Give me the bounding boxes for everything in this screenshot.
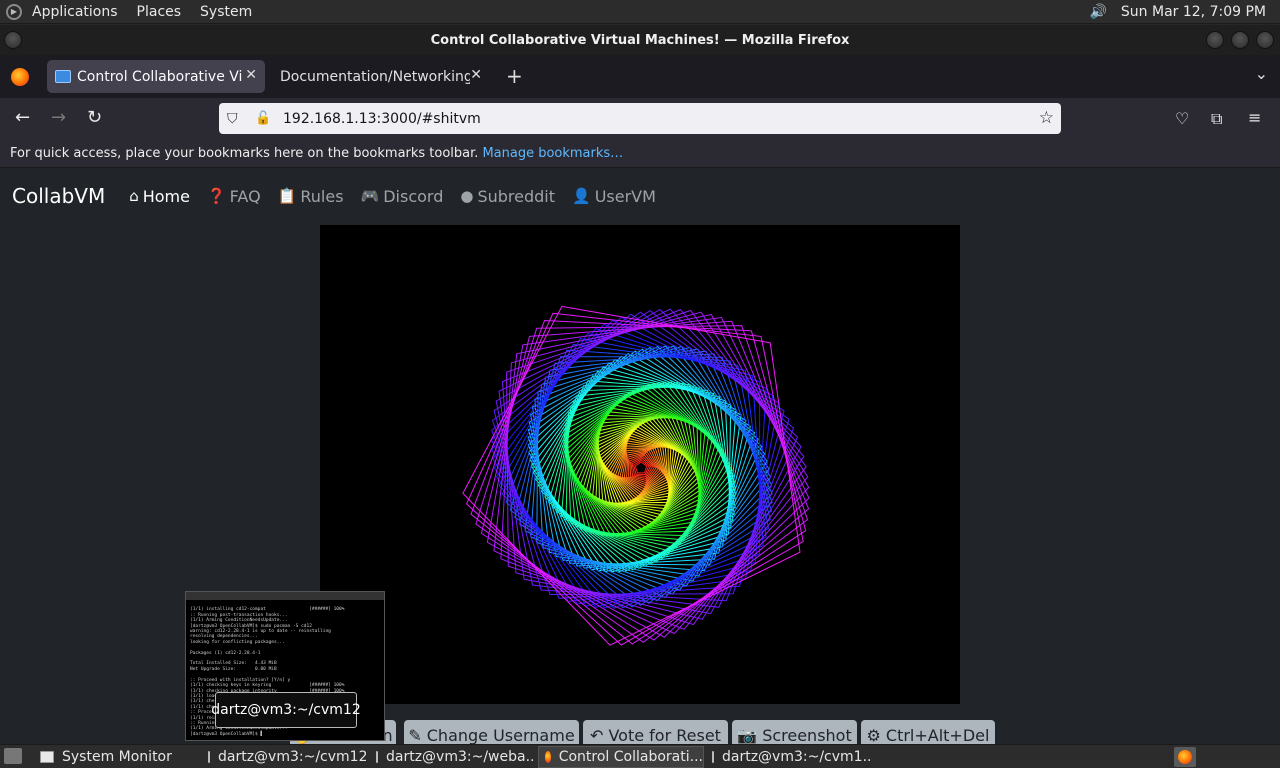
nav-rules[interactable]: 📋 Rules — [278, 187, 344, 206]
user-icon: 👤 — [572, 187, 591, 205]
bookmarks-toolbar: For quick access, place your bookmarks h… — [0, 139, 1280, 168]
close-tab-icon[interactable]: ✕ — [470, 67, 482, 83]
user-edit-icon: ✎ — [408, 725, 422, 745]
tab-title: Documentation/Networking - QEMU — [280, 68, 470, 85]
pocket-icon[interactable]: ♡ — [1175, 109, 1189, 128]
bookmarks-hint: For quick access, place your bookmarks h… — [10, 145, 479, 161]
top-panel: ▶ Applications Places System 🔊 Sun Mar 1… — [0, 0, 1280, 24]
nav-uservm[interactable]: 👤 UserVM — [572, 187, 656, 206]
insecure-lock-icon[interactable]: 🔓 — [255, 111, 271, 126]
reddit-icon: ● — [460, 187, 474, 205]
firefox-icon — [545, 751, 551, 763]
bottom-panel: System Monitor dartz@vm3:~/cvm12 dartz@v… — [0, 744, 1280, 768]
firefox-view-icon[interactable] — [11, 67, 29, 86]
window-title: Control Collaborative Virtual Machines! … — [430, 32, 850, 48]
nav-label: UserVM — [594, 186, 656, 206]
window-menu-button[interactable] — [4, 31, 22, 49]
task-terminal-cvm12[interactable]: dartz@vm3:~/cvm12 — [202, 746, 366, 768]
nav-faq[interactable]: ❓ FAQ — [207, 187, 261, 206]
nav-label: Discord — [383, 186, 444, 206]
bookmark-star-icon[interactable]: ☆ — [1039, 108, 1054, 128]
tab-title: Control Collaborative Virtual Machines! — [77, 68, 242, 85]
url-text[interactable]: 192.168.1.13:3000/#shitvm — [283, 111, 481, 127]
applications-logo-icon[interactable]: ▶ — [6, 3, 22, 20]
button-label: Vote for Reset — [608, 725, 721, 745]
new-tab-icon[interactable]: + — [506, 64, 523, 88]
nav-label: Rules — [300, 186, 344, 206]
back-arrow-icon[interactable]: ← — [15, 107, 30, 128]
button-label: Ctrl+Alt+Del — [885, 725, 990, 745]
monitor-favicon-icon — [55, 70, 71, 83]
task-label: dartz@vm3:~/cvm12 — [218, 749, 366, 765]
close-window-button[interactable] — [1256, 31, 1274, 49]
maximize-button[interactable] — [1231, 31, 1249, 49]
clock[interactable]: Sun Mar 12, 7:09 PM — [1121, 4, 1266, 20]
reload-icon[interactable]: ↻ — [87, 107, 102, 128]
button-label: Screenshot — [762, 725, 852, 745]
task-label: System Monitor — [62, 749, 172, 765]
tab-collabvm[interactable]: Control Collaborative Virtual Machines! … — [47, 60, 265, 93]
site-navbar: CollabVM ⌂ Home ❓ FAQ 📋 Rules 🎮 Discord ● Sub… — [0, 168, 1280, 224]
nav-label: Home — [142, 186, 190, 206]
gear-icon: ⚙ — [866, 725, 881, 745]
discord-icon: 🎮 — [360, 187, 380, 205]
menu-system[interactable]: System — [200, 4, 252, 20]
monitor-icon — [40, 751, 54, 763]
forward-arrow-icon[interactable]: → — [51, 107, 66, 128]
url-bar[interactable]: ⛉ 🔓 192.168.1.13:3000/#shitvm ☆ — [219, 103, 1061, 134]
volume-icon[interactable]: 🔊 — [1089, 4, 1106, 20]
terminal-icon — [208, 751, 210, 763]
terminal-icon — [712, 751, 714, 763]
nav-subreddit[interactable]: ● Subreddit — [460, 187, 555, 206]
preview-menubar — [186, 592, 384, 600]
menu-applications[interactable]: Applications — [32, 4, 118, 20]
nav-label: Subreddit — [477, 186, 556, 206]
minimize-button[interactable] — [1206, 31, 1224, 49]
top-panel-tray: 🔊 Sun Mar 12, 7:09 PM — [1089, 0, 1266, 24]
close-tab-icon[interactable]: ✕ — [245, 67, 257, 83]
button-label: Change Username — [426, 725, 575, 745]
task-terminal-weba[interactable]: dartz@vm3:~/weba... — [370, 746, 534, 768]
hamburger-menu-icon[interactable]: ≡ — [1248, 108, 1261, 127]
undo-icon: ↶ — [590, 725, 604, 745]
tracking-shield-icon[interactable]: ⛉ — [227, 111, 243, 127]
menu-places[interactable]: Places — [137, 4, 182, 20]
tray-firefox-icon[interactable] — [1174, 747, 1196, 767]
camera-icon: 📷 — [737, 725, 758, 745]
extensions-icon[interactable]: ⧉ — [1211, 109, 1222, 129]
top-menu: Applications Places System — [32, 4, 271, 20]
tab-strip: Control Collaborative Virtual Machines! … — [0, 55, 1280, 98]
task-system-monitor[interactable]: System Monitor — [34, 746, 198, 768]
clipboard-check-icon: 📋 — [277, 187, 297, 205]
task-label: dartz@vm3:~/weba... — [386, 749, 534, 765]
nav-home[interactable]: ⌂ Home — [129, 187, 190, 206]
nav-discord[interactable]: 🎮 Discord — [361, 187, 444, 206]
site-brand[interactable]: CollabVM — [12, 184, 105, 208]
vm-screen-spiral-graphic — [462, 305, 810, 646]
home-icon: ⌂ — [129, 187, 139, 205]
task-firefox[interactable]: Control Collaborati... — [538, 746, 704, 768]
manage-bookmarks-link[interactable]: Manage bookmarks… — [482, 146, 623, 161]
taskbar-tooltip: dartz@vm3:~/cvm12 — [211, 692, 361, 728]
terminal-icon — [376, 751, 378, 763]
question-circle-icon: ❓ — [206, 187, 226, 205]
vm-display[interactable] — [320, 225, 960, 704]
tab-documentation[interactable]: Documentation/Networking - QEMU ✕ — [272, 60, 490, 93]
nav-label: FAQ — [229, 186, 261, 206]
window-titlebar[interactable]: Control Collaborative Virtual Machines! … — [0, 25, 1280, 55]
task-label: dartz@vm3:~/cvm1... — [722, 749, 872, 765]
show-desktop-icon[interactable] — [4, 748, 22, 764]
list-all-tabs-icon[interactable]: ⌄ — [1255, 64, 1268, 83]
task-terminal-cvm1[interactable]: dartz@vm3:~/cvm1... — [706, 746, 872, 768]
task-label: Control Collaborati... — [558, 749, 703, 765]
